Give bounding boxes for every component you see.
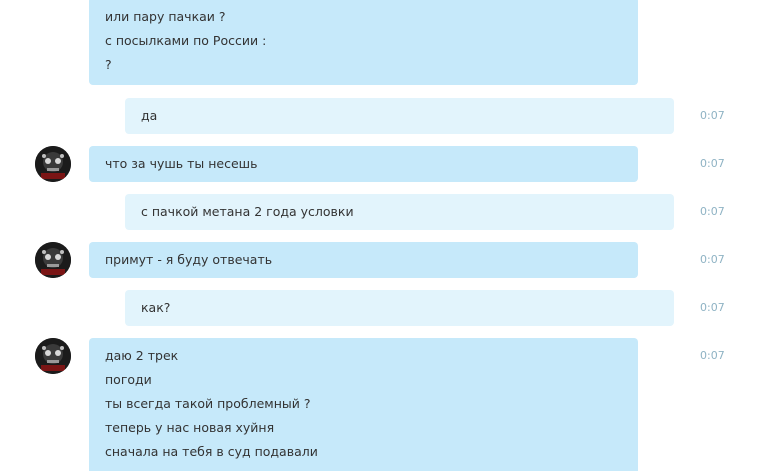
message-text: как? bbox=[141, 300, 171, 315]
user-avatar-icon bbox=[35, 242, 71, 278]
message-text: погоди bbox=[105, 372, 152, 387]
message-text: или пару пачкаи ? bbox=[105, 9, 226, 24]
message-timestamp: 0:07 bbox=[700, 301, 725, 314]
message-text: с пачкой метана 2 года условки bbox=[141, 204, 354, 219]
message-timestamp: 0:07 bbox=[700, 109, 725, 122]
avatar[interactable] bbox=[35, 242, 71, 278]
user-avatar-icon bbox=[35, 146, 71, 182]
message-bubble-incoming: даю 2 трек погоди ты всегда такой пробле… bbox=[89, 338, 638, 471]
user-avatar-icon bbox=[35, 338, 71, 374]
message-bubble-outgoing: как? bbox=[125, 290, 674, 326]
message-timestamp: 0:07 bbox=[700, 349, 725, 362]
message-text: да bbox=[141, 108, 158, 123]
message-text: даю 2 трек bbox=[105, 348, 179, 363]
message-bubble-outgoing: с пачкой метана 2 года условки bbox=[125, 194, 674, 230]
message-text: что за чушь ты несешь bbox=[105, 156, 258, 171]
message-text: сначала на тебя в суд подавали bbox=[105, 444, 318, 459]
chat-history: или пару пачкаи ? с посылками по России … bbox=[0, 0, 761, 471]
message-text: ты всегда такой проблемный ? bbox=[105, 396, 311, 411]
message-bubble-outgoing: да bbox=[125, 98, 674, 134]
message-bubble-incoming: что за чушь ты несешь bbox=[89, 146, 638, 182]
avatar[interactable] bbox=[35, 146, 71, 182]
message-text: теперь у нас новая хуйня bbox=[105, 420, 275, 435]
message-timestamp: 0:07 bbox=[700, 157, 725, 170]
message-bubble-incoming: или пару пачкаи ? с посылками по России … bbox=[89, 0, 638, 85]
message-text: с посылками по России : bbox=[105, 33, 267, 48]
message-text: ? bbox=[105, 57, 112, 72]
message-timestamp: 0:07 bbox=[700, 205, 725, 218]
message-text: примут - я буду отвечать bbox=[105, 252, 273, 267]
message-timestamp: 0:07 bbox=[700, 253, 725, 266]
avatar[interactable] bbox=[35, 338, 71, 374]
message-bubble-incoming: примут - я буду отвечать bbox=[89, 242, 638, 278]
